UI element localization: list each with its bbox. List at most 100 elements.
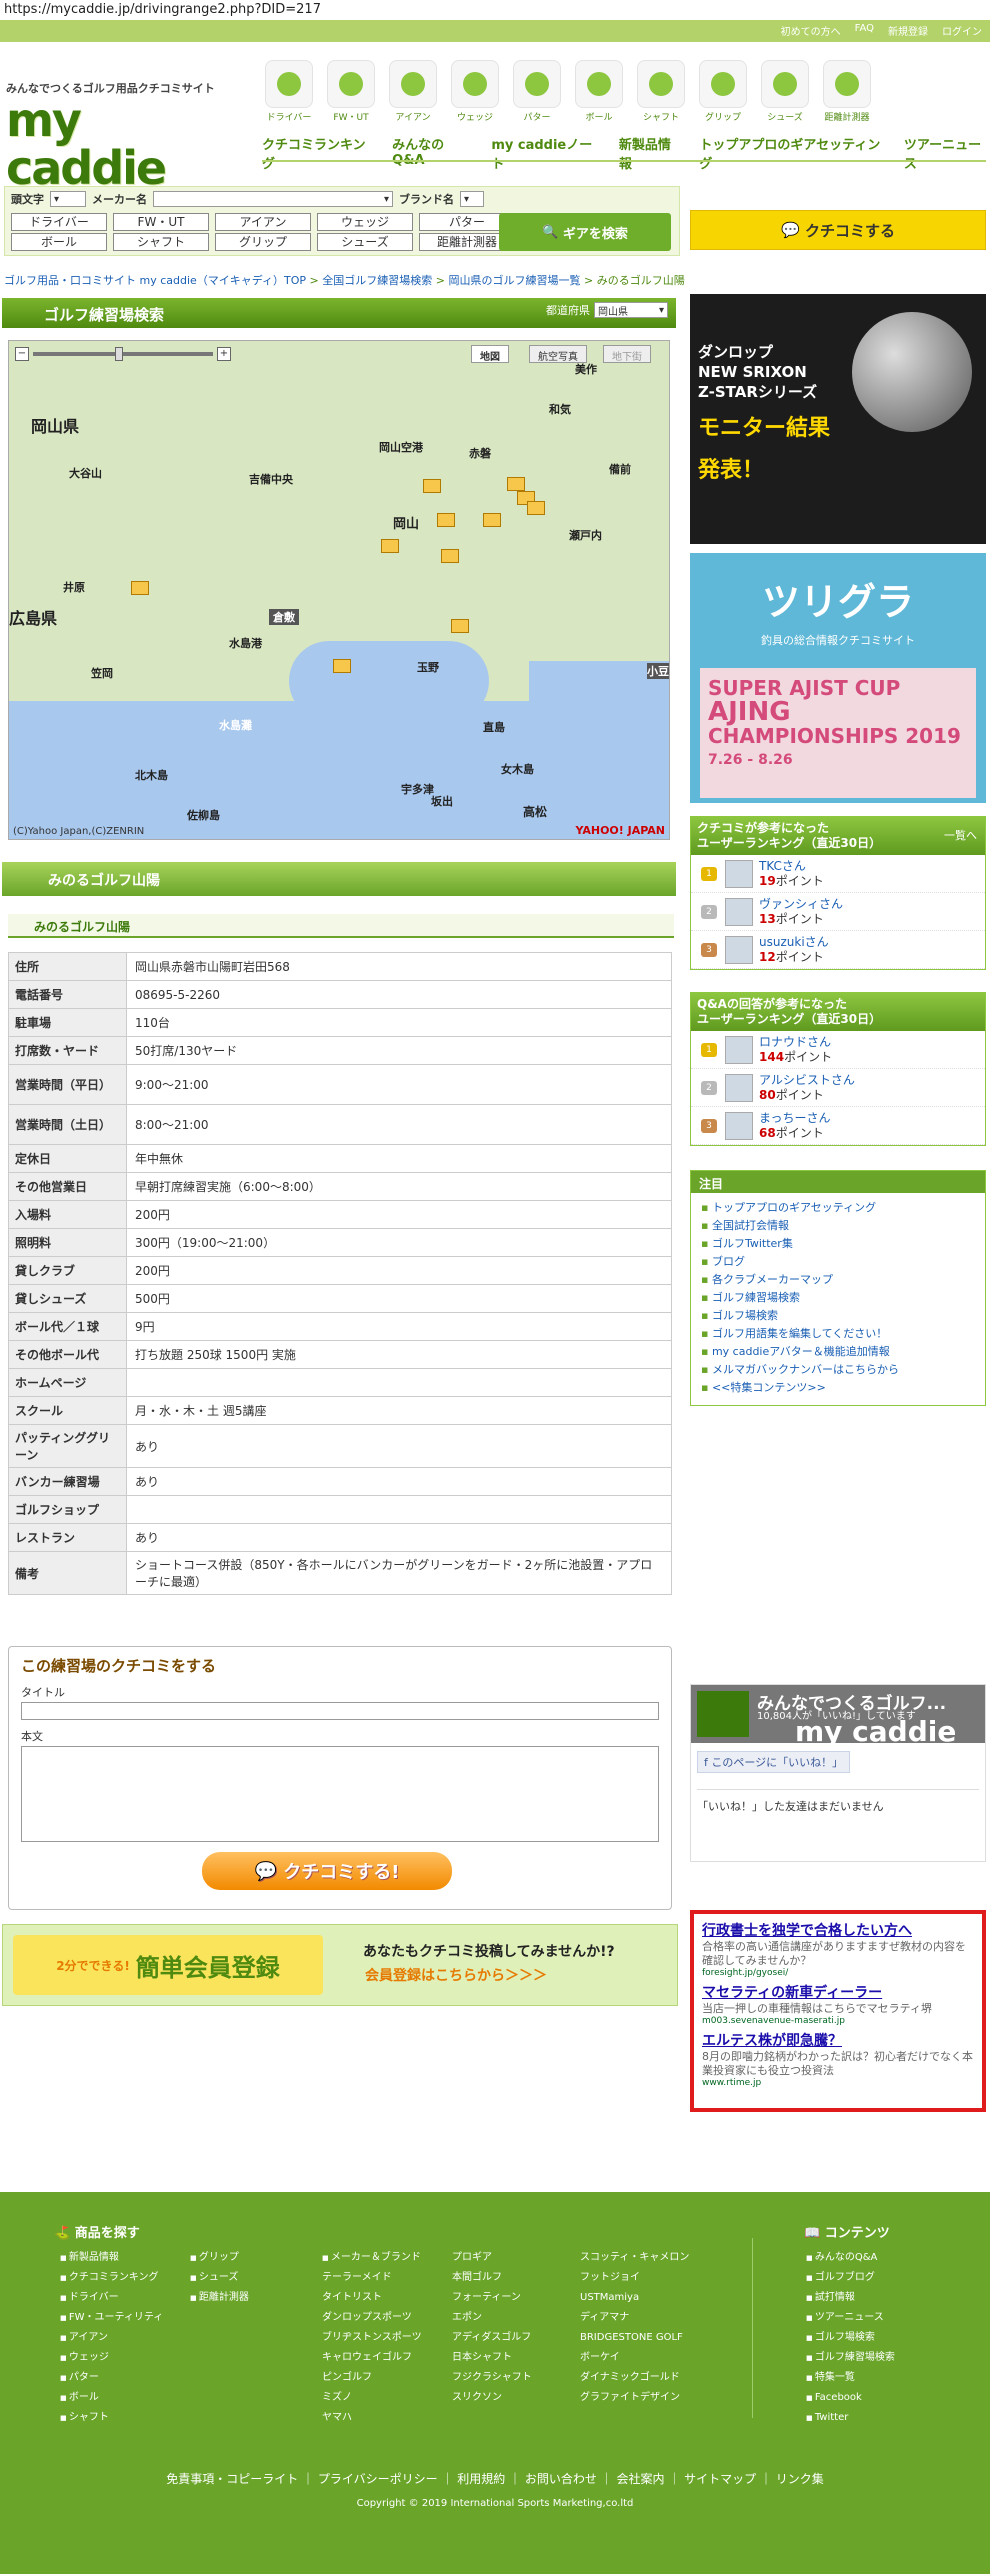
footer-link[interactable]: ドライバー	[60, 2288, 163, 2308]
footer-link[interactable]: シャフト	[60, 2408, 163, 2428]
map-mode-map[interactable]: 地図	[471, 345, 509, 363]
footer-link[interactable]: ツアーニュース	[806, 2308, 895, 2328]
footer-link[interactable]: フットジョイ	[580, 2268, 689, 2288]
range-marker-icon[interactable]	[451, 619, 469, 633]
footer-link[interactable]: アディダスゴルフ	[452, 2328, 532, 2348]
initial-select[interactable]: ▾	[50, 191, 86, 207]
featured-link[interactable]: ゴルフTwitter集	[701, 1235, 975, 1253]
footer-link[interactable]: Facebook	[806, 2388, 895, 2408]
search-grip-button[interactable]: グリップ	[215, 233, 311, 251]
ad-item[interactable]: 行政書士を独学で合格したい方へ 合格率の高い通信講座がありますますぜ教材の内容を…	[702, 1920, 974, 1978]
map-view[interactable]: − + 地図 航空写真 地下街 岡山県 広島県 岡山空港 吉備中央 岡山 倉敷 …	[8, 340, 670, 840]
footer-link[interactable]: ミズノ	[322, 2388, 422, 2408]
footer-link[interactable]: USTMamiya	[580, 2288, 689, 2308]
featured-link[interactable]: ブログ	[701, 1253, 975, 1271]
featured-link[interactable]: 全国試打会情報	[701, 1217, 975, 1235]
footer-link[interactable]: ダイナミックゴールド	[580, 2368, 689, 2388]
dunlop-ad-banner[interactable]: ダンロップ NEW SRIXON Z-STARシリーズ モニター結果 発表！	[690, 294, 986, 544]
gnav-note[interactable]: my caddieノート	[491, 134, 601, 172]
footer-link[interactable]: スコッティ・キャメロン	[580, 2248, 689, 2268]
featured-link[interactable]: 各クラブメーカーマップ	[701, 1271, 975, 1289]
footer-link[interactable]: ダンロップスポーツ	[322, 2308, 422, 2328]
featured-link[interactable]: トップアプロのギアセッティング	[701, 1199, 975, 1217]
category-fwut[interactable]: FW・UT	[320, 60, 382, 123]
range-marker-icon[interactable]	[483, 513, 501, 527]
site-logo[interactable]: みんなでつくるゴルフ用品クチコミサイト my caddie	[6, 80, 251, 192]
search-shoes-button[interactable]: シューズ	[317, 233, 413, 251]
range-marker-icon[interactable]	[437, 513, 455, 527]
review-body-textarea[interactable]	[21, 1746, 659, 1842]
pref-select[interactable]: 岡山県 ▾	[594, 302, 668, 318]
register-link[interactable]: 新規登録	[888, 23, 928, 38]
kuchikomi-button[interactable]: 💬 クチコミする	[690, 210, 986, 250]
category-shaft[interactable]: シャフト	[630, 60, 692, 123]
register-line2[interactable]: 会員登録はこちらから＞＞＞	[365, 1965, 547, 1985]
map-mode-underground[interactable]: 地下街	[603, 345, 651, 363]
ranking-item[interactable]: 1 ロナウドさん 144ポイント	[691, 1031, 985, 1069]
footer-link[interactable]: グラファイトデザイン	[580, 2388, 689, 2408]
search-iron-button[interactable]: アイアン	[215, 213, 311, 231]
footer-link[interactable]: 本間ゴルフ	[452, 2268, 532, 2288]
footer-link[interactable]: みんなのQ&A	[806, 2248, 895, 2268]
search-ball-button[interactable]: ボール	[11, 233, 107, 251]
footer-link[interactable]: ゴルフ練習場検索	[806, 2348, 895, 2368]
category-shoes[interactable]: シューズ	[754, 60, 816, 123]
footer-link[interactable]: 日本シャフト	[452, 2348, 532, 2368]
search-wedge-button[interactable]: ウェッジ	[317, 213, 413, 231]
range-marker-icon[interactable]	[381, 539, 399, 553]
ranking-item[interactable]: 3 usuzukiさん 12ポイント	[691, 931, 985, 969]
search-fwut-button[interactable]: FW・UT	[113, 213, 209, 231]
ranking-item[interactable]: 3 まっちーさん 68ポイント	[691, 1107, 985, 1145]
fb-like-button[interactable]: f このページに「いいね！」	[697, 1751, 851, 1773]
footer-link[interactable]: ウェッジ	[60, 2348, 163, 2368]
breadcrumb-top[interactable]: ゴルフ用品・口コミサイト my caddie（マイキャディ）TOP	[4, 274, 306, 287]
gnav-gear-setting[interactable]: トップアプロのギアセッティング	[699, 134, 886, 172]
featured-link[interactable]: メルマガバックナンバーはこちらから	[701, 1361, 975, 1379]
featured-link[interactable]: <<特集コンテンツ>>	[701, 1379, 975, 1397]
featured-link[interactable]: ゴルフ用語集を編集してください！	[701, 1325, 975, 1343]
footer-link[interactable]: プロギア	[452, 2248, 532, 2268]
address-bar[interactable]: https://mycaddie.jp/drivingrange2.php?DI…	[0, 0, 990, 20]
tsurigura-ad-banner[interactable]: ツリグラ 釣具の総合情報クチコミサイト SUPER AJIST CUP AJIN…	[690, 553, 986, 803]
range-marker-icon[interactable]	[131, 581, 149, 595]
footer-link[interactable]: パター	[60, 2368, 163, 2388]
maker-select[interactable]: ▾	[153, 191, 393, 207]
faq-link[interactable]: FAQ	[855, 23, 874, 38]
gnav-ranking[interactable]: クチコミランキング	[262, 134, 374, 172]
category-wedge[interactable]: ウェッジ	[444, 60, 506, 123]
login-link[interactable]: ログイン	[942, 23, 982, 38]
brand-select[interactable]: ▾	[460, 191, 484, 207]
footer-link[interactable]: ヤマハ	[322, 2408, 422, 2428]
search-shaft-button[interactable]: シャフト	[113, 233, 209, 251]
gear-search-button[interactable]: 🔍 ギアを検索	[499, 213, 671, 251]
featured-link[interactable]: ゴルフ場検索	[701, 1307, 975, 1325]
footer-link[interactable]: スリクソン	[452, 2388, 532, 2408]
footer-link[interactable]: フジクラシャフト	[452, 2368, 532, 2388]
footer-link[interactable]: 新製品情報	[60, 2248, 163, 2268]
register-banner[interactable]: 2分でできる! 簡単会員登録 あなたもクチコミ投稿してみませんか!? 会員登録はこ…	[2, 1924, 678, 2006]
submit-review-button[interactable]: 💬 クチコミする!	[202, 1852, 452, 1890]
ranking-item[interactable]: 2 ヴァンシィさん 13ポイント	[691, 893, 985, 931]
gnav-tour-news[interactable]: ツアーニュース	[904, 134, 990, 172]
range-marker-icon[interactable]	[507, 477, 525, 491]
range-marker-icon[interactable]	[441, 549, 459, 563]
footer-link[interactable]: ゴルフ場検索	[806, 2328, 895, 2348]
footer-link[interactable]: ボーケイ	[580, 2348, 689, 2368]
zoom-in-icon[interactable]: +	[217, 347, 231, 361]
footer-link[interactable]: キャロウェイゴルフ	[322, 2348, 422, 2368]
footer-link[interactable]: ボール	[60, 2388, 163, 2408]
footer-link[interactable]: タイトリスト	[322, 2288, 422, 2308]
footer-link[interactable]: エポン	[452, 2308, 532, 2328]
zoom-out-icon[interactable]: −	[15, 347, 29, 361]
search-driver-button[interactable]: ドライバー	[11, 213, 107, 231]
zoom-handle[interactable]	[115, 347, 123, 361]
footer-link[interactable]: クチコミランキング	[60, 2268, 163, 2288]
footer-links[interactable]: 免責事項・コピーライト ｜ プライバシーポリシー ｜ 利用規約 ｜ お問い合わせ…	[0, 2470, 990, 2487]
zoom-slider[interactable]: − +	[15, 347, 235, 361]
category-putter[interactable]: パター	[506, 60, 568, 123]
footer-link[interactable]: シューズ	[190, 2268, 249, 2288]
range-marker-icon[interactable]	[527, 501, 545, 515]
footer-link[interactable]: フォーティーン	[452, 2288, 532, 2308]
ranking-more-link[interactable]: 一覧へ	[944, 828, 977, 843]
category-driver[interactable]: ドライバー	[258, 60, 320, 123]
